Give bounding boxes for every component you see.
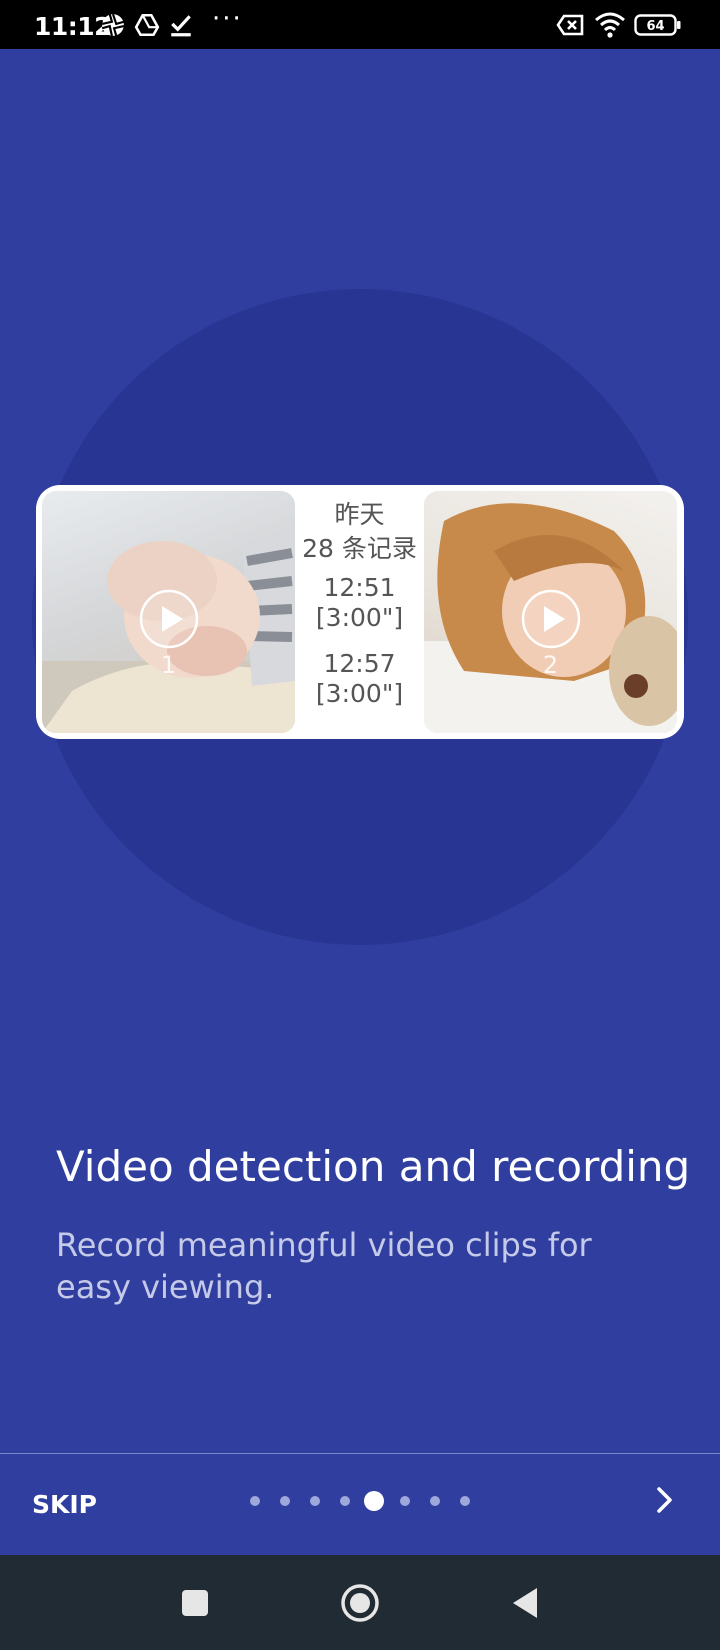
page-description: Record meaningful video clips for easy v… [56,1226,592,1306]
page-dot[interactable] [340,1496,350,1506]
day-label: 昨天 [334,500,385,529]
page-dot[interactable] [400,1496,410,1506]
entry-duration: [3:00"] [315,603,404,632]
battery-icon: 64 [634,12,682,38]
page-dot[interactable] [430,1496,440,1506]
page-dot[interactable] [310,1496,320,1506]
onboarding-page: 1 昨天 28 条记录 12:51 [3:00"] 12:57 [3:00"] … [0,49,720,1555]
recents-square-icon[interactable] [175,1583,215,1623]
video-thumbnail-1[interactable]: 1 [42,491,295,733]
play-icon[interactable] [521,589,581,649]
entry-time: 12:51 [323,573,396,602]
drive-icon [134,12,160,38]
recordings-summary: 昨天 28 条记录 12:51 [3:00"] 12:57 [3:00"] [295,485,424,739]
next-chevron-icon[interactable] [648,1484,680,1516]
back-triangle-icon[interactable] [505,1583,545,1623]
record-count: 28 条记录 [302,534,417,563]
footer-divider [0,1453,720,1454]
thumbnail-number: 2 [542,651,559,679]
entry-duration: [3:00"] [315,679,404,708]
recordings-card: 1 昨天 28 条记录 12:51 [3:00"] 12:57 [3:00"] … [36,485,684,739]
entry-time: 12:57 [323,649,396,678]
page-dot[interactable] [460,1496,470,1506]
no-sim-icon [556,12,586,38]
page-indicator [0,1485,720,1515]
check-icon [168,12,194,38]
video-thumbnail-2[interactable]: 2 [424,491,677,733]
thumbnail-number: 1 [160,651,177,679]
wifi-icon [594,12,626,38]
status-bar: 11:12 ··· 64 [0,0,720,49]
play-icon[interactable] [139,589,199,649]
page-dot[interactable] [250,1496,260,1506]
page-dot-active[interactable] [364,1491,384,1511]
page-title: Video detection and recording [56,1142,691,1191]
page-dot[interactable] [280,1496,290,1506]
home-circle-icon[interactable] [340,1583,380,1623]
more-dots-icon: ··· [212,4,243,34]
aperture-icon [100,12,126,38]
system-nav-bar [0,1555,720,1650]
battery-level: 64 [646,19,664,34]
